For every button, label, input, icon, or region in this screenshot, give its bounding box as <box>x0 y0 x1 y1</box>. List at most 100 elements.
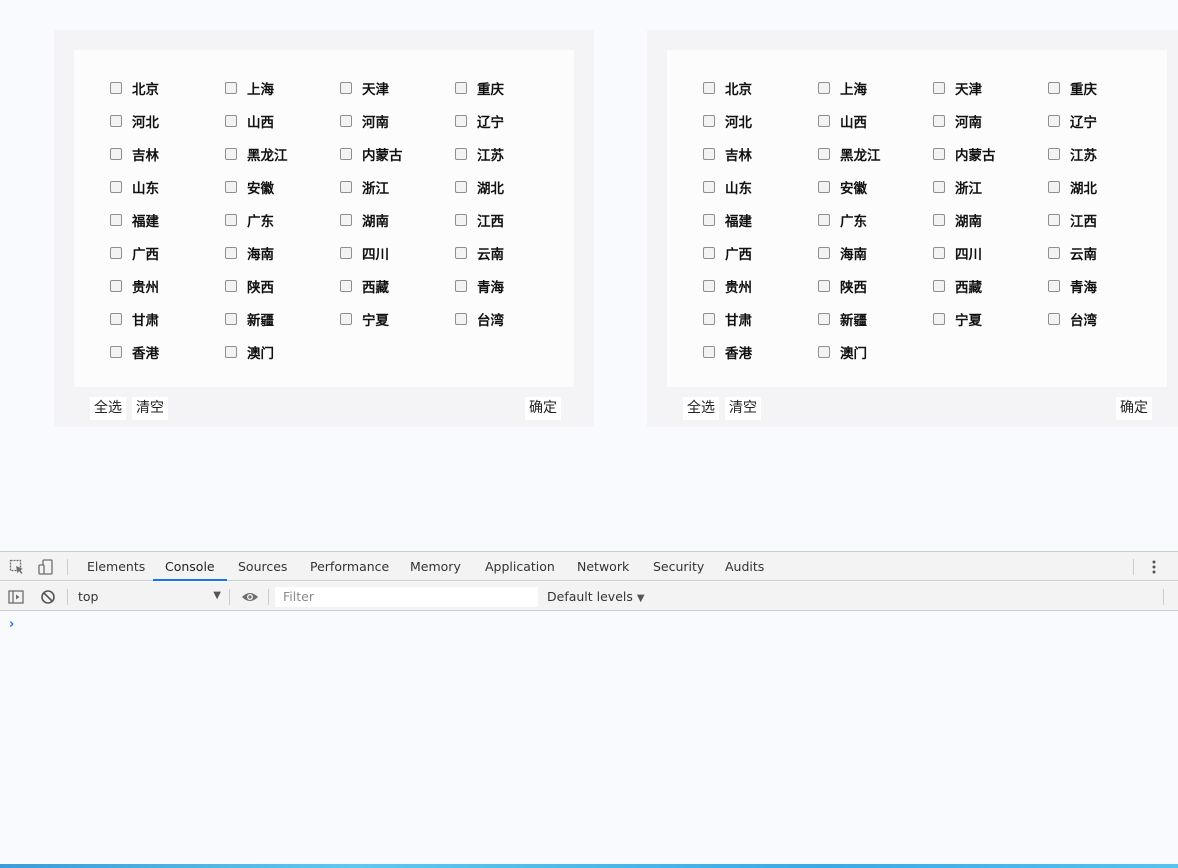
province-checkbox[interactable] <box>818 81 830 94</box>
province-option[interactable]: 安徽 <box>225 170 340 203</box>
province-checkbox[interactable] <box>818 147 830 160</box>
province-checkbox[interactable] <box>340 180 352 193</box>
province-checkbox[interactable] <box>455 114 467 127</box>
province-checkbox[interactable] <box>1048 114 1060 127</box>
province-option[interactable]: 贵州 <box>703 269 818 302</box>
province-option[interactable]: 新疆 <box>225 302 340 335</box>
log-levels-dropdown[interactable]: Default levels ▼ <box>547 589 645 604</box>
province-checkbox[interactable] <box>110 312 122 325</box>
province-option[interactable]: 福建 <box>703 203 818 236</box>
province-option[interactable]: 台湾 <box>1048 302 1163 335</box>
context-selector[interactable]: top ▼ <box>78 589 221 605</box>
province-option[interactable]: 山西 <box>818 104 933 137</box>
province-checkbox[interactable] <box>818 279 830 292</box>
province-option[interactable]: 西藏 <box>933 269 1048 302</box>
province-checkbox[interactable] <box>818 246 830 259</box>
province-option[interactable]: 甘肃 <box>110 302 225 335</box>
province-checkbox[interactable] <box>455 279 467 292</box>
province-option[interactable]: 湖南 <box>340 203 455 236</box>
province-option[interactable]: 河南 <box>933 104 1048 137</box>
province-checkbox[interactable] <box>110 180 122 193</box>
province-checkbox[interactable] <box>455 312 467 325</box>
province-checkbox[interactable] <box>703 81 715 94</box>
province-option[interactable]: 甘肃 <box>703 302 818 335</box>
province-option[interactable]: 湖北 <box>1048 170 1163 203</box>
province-checkbox[interactable] <box>110 345 122 358</box>
province-option[interactable]: 山东 <box>703 170 818 203</box>
province-option[interactable]: 海南 <box>225 236 340 269</box>
province-checkbox[interactable] <box>225 213 237 226</box>
province-option[interactable]: 陕西 <box>818 269 933 302</box>
tab-console[interactable]: Console <box>153 552 227 581</box>
province-option[interactable]: 山西 <box>225 104 340 137</box>
province-checkbox[interactable] <box>1048 312 1060 325</box>
province-checkbox[interactable] <box>340 246 352 259</box>
province-option[interactable]: 云南 <box>455 236 570 269</box>
province-option[interactable]: 浙江 <box>933 170 1048 203</box>
province-option[interactable]: 广西 <box>703 236 818 269</box>
province-option[interactable]: 上海 <box>225 71 340 104</box>
province-checkbox[interactable] <box>225 147 237 160</box>
province-checkbox[interactable] <box>1048 213 1060 226</box>
province-option[interactable]: 黑龙江 <box>225 137 340 170</box>
province-option[interactable]: 内蒙古 <box>340 137 455 170</box>
province-checkbox[interactable] <box>1048 81 1060 94</box>
province-option[interactable]: 北京 <box>110 71 225 104</box>
province-checkbox[interactable] <box>933 147 945 160</box>
province-checkbox[interactable] <box>455 81 467 94</box>
province-option[interactable]: 四川 <box>933 236 1048 269</box>
province-checkbox[interactable] <box>818 114 830 127</box>
province-option[interactable]: 新疆 <box>818 302 933 335</box>
province-option[interactable]: 吉林 <box>110 137 225 170</box>
province-checkbox[interactable] <box>455 213 467 226</box>
province-checkbox[interactable] <box>703 345 715 358</box>
province-option[interactable]: 贵州 <box>110 269 225 302</box>
device-toolbar-icon[interactable] <box>38 559 54 575</box>
tab-elements[interactable]: Elements <box>87 552 145 581</box>
tab-network[interactable]: Network <box>577 552 629 581</box>
province-option[interactable]: 江苏 <box>455 137 570 170</box>
province-checkbox[interactable] <box>110 279 122 292</box>
province-option[interactable]: 辽宁 <box>1048 104 1163 137</box>
eye-icon[interactable] <box>241 589 258 605</box>
province-option[interactable]: 青海 <box>1048 269 1163 302</box>
province-option[interactable]: 内蒙古 <box>933 137 1048 170</box>
province-option[interactable]: 江苏 <box>1048 137 1163 170</box>
province-checkbox[interactable] <box>455 147 467 160</box>
province-option[interactable]: 江西 <box>1048 203 1163 236</box>
province-checkbox[interactable] <box>110 213 122 226</box>
province-checkbox[interactable] <box>225 114 237 127</box>
province-checkbox[interactable] <box>225 312 237 325</box>
clear-button[interactable]: 清空 <box>725 397 761 420</box>
clear-console-icon[interactable] <box>40 589 56 605</box>
province-option[interactable]: 青海 <box>455 269 570 302</box>
province-checkbox[interactable] <box>703 213 715 226</box>
province-option[interactable]: 浙江 <box>340 170 455 203</box>
province-option[interactable]: 江西 <box>455 203 570 236</box>
province-checkbox[interactable] <box>933 279 945 292</box>
province-checkbox[interactable] <box>340 279 352 292</box>
province-option[interactable]: 海南 <box>818 236 933 269</box>
province-option[interactable]: 广西 <box>110 236 225 269</box>
province-option[interactable]: 广东 <box>225 203 340 236</box>
province-option[interactable]: 澳门 <box>225 335 340 368</box>
province-option[interactable]: 河北 <box>703 104 818 137</box>
province-checkbox[interactable] <box>818 312 830 325</box>
province-checkbox[interactable] <box>340 213 352 226</box>
province-checkbox[interactable] <box>110 114 122 127</box>
province-checkbox[interactable] <box>933 81 945 94</box>
province-option[interactable]: 天津 <box>340 71 455 104</box>
province-checkbox[interactable] <box>933 180 945 193</box>
province-checkbox[interactable] <box>703 279 715 292</box>
confirm-button[interactable]: 确定 <box>1116 397 1152 420</box>
tab-application[interactable]: Application <box>485 552 555 581</box>
tab-audits[interactable]: Audits <box>725 552 764 581</box>
province-checkbox[interactable] <box>703 147 715 160</box>
province-checkbox[interactable] <box>703 312 715 325</box>
province-checkbox[interactable] <box>933 312 945 325</box>
province-option[interactable]: 安徽 <box>818 170 933 203</box>
select-all-button[interactable]: 全选 <box>683 397 719 420</box>
province-checkbox[interactable] <box>225 345 237 358</box>
province-checkbox[interactable] <box>225 246 237 259</box>
province-option[interactable]: 湖北 <box>455 170 570 203</box>
